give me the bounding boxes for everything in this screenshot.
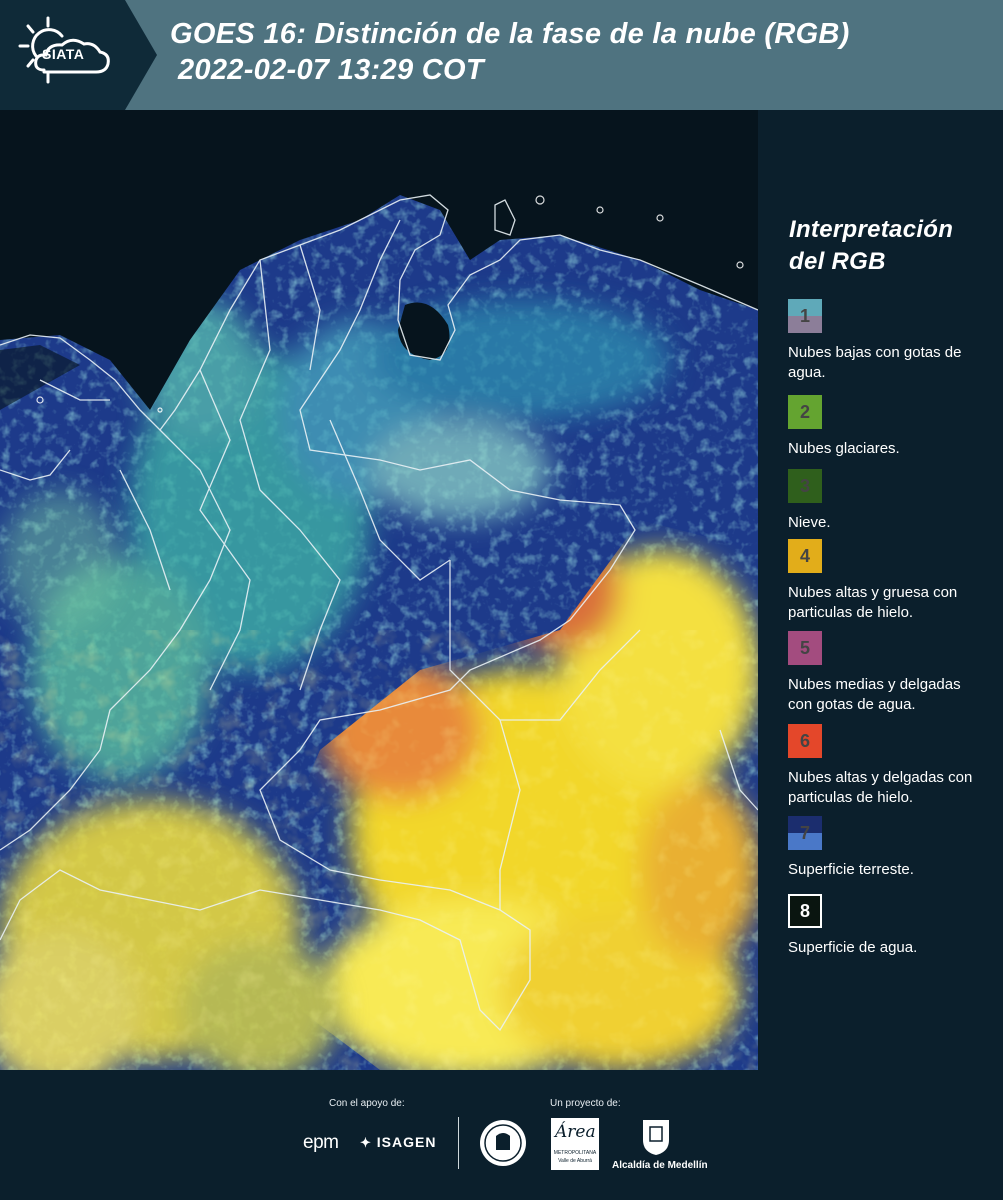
legend-title: Interpretación del RGB	[789, 214, 953, 278]
footer-divider	[458, 1117, 459, 1169]
header-bar: SIATA GOES 16: Distinción de la fase de …	[0, 0, 1003, 110]
legend-number-1: 1	[799, 305, 810, 326]
legend-number-5: 5	[799, 637, 810, 658]
siata-logo: SIATA	[0, 0, 125, 110]
legend-swatch-6: 6	[788, 724, 822, 758]
legend-number-6: 6	[799, 730, 810, 751]
area-line1: METROPOLITANA	[553, 1150, 597, 1156]
seal-icon	[480, 1120, 526, 1166]
area-line2: Valle de Aburrá	[558, 1158, 592, 1164]
legend-number-2: 2	[799, 401, 810, 422]
isagen-icon: ✦	[360, 1135, 372, 1150]
legend-label-7: Superficie terreste.	[788, 861, 914, 878]
legend-label-6: Nubes altas y delgadas con particulas de…	[788, 769, 973, 806]
title-line1: GOES 16: Distinción de la fase de la nub…	[170, 18, 850, 50]
project-label: Un proyecto de:	[550, 1098, 621, 1109]
area-metropolitana-logo: Área METROPOLITANA Valle de Aburrá	[551, 1118, 599, 1170]
epm-logo-text: epm	[303, 1132, 339, 1153]
legend-title-line1: Interpretación	[789, 216, 954, 243]
legend-swatch-1: 1	[788, 299, 822, 333]
legend-label-4: Nubes altas y gruesa con particulas de h…	[788, 584, 958, 621]
legend-label-5: Nubes medias y delgadas con gotas de agu…	[788, 676, 961, 713]
legend-swatch-4: 4	[788, 539, 822, 573]
legend-number-7: 7	[799, 822, 810, 843]
legend-item-7: 7 Superficie terreste.	[788, 816, 988, 880]
legend-number-8: 8	[799, 900, 810, 921]
legend-label-2: Nubes glaciares.	[788, 440, 900, 457]
legend-item-1: 1 Nubes bajas con gotas de agua.	[788, 299, 978, 383]
support-label: Con el apoyo de:	[329, 1098, 405, 1109]
legend-label-1: Nubes bajas con gotas de agua.	[788, 344, 962, 381]
legend-item-4: 4 Nubes altas y gruesa con particulas de…	[788, 539, 973, 623]
footer: Con el apoyo de: Un proyecto de: epm ✦ I…	[0, 1070, 1003, 1200]
isagen-logo: ✦ ISAGEN	[360, 1134, 436, 1151]
legend-swatch-2: 2	[788, 395, 822, 429]
legend-panel: Interpretación del RGB 1 Nubes bajas con…	[760, 110, 1003, 1070]
legend-item-2: 2 Nubes glaciares.	[788, 395, 988, 459]
legend-swatch-7: 7	[788, 816, 822, 850]
area-script-icon: Área	[555, 1122, 596, 1142]
epm-logo: epm	[303, 1132, 339, 1154]
legend-title-line2: del RGB	[789, 248, 886, 275]
title-line2: 2022-02-07 13:29 COT	[178, 54, 484, 86]
medellin-shield-icon	[643, 1120, 669, 1155]
legend-item-5: 5 Nubes medias y delgadas con gotas de a…	[788, 631, 978, 715]
legend-label-3: Nieve.	[788, 514, 831, 531]
legend-number-4: 4	[799, 545, 810, 566]
logo-arrow	[125, 0, 157, 110]
rgb-satellite-image	[0, 110, 758, 1070]
legend-swatch-5: 5	[788, 631, 822, 665]
isagen-logo-text: ISAGEN	[376, 1134, 437, 1150]
legend-swatch-3: 3	[788, 469, 822, 503]
legend-number-3: 3	[799, 475, 810, 496]
legend-item-8: 8 Superficie de agua.	[788, 894, 988, 958]
medellin-logo-text: Alcaldía de Medellín	[612, 1160, 708, 1171]
legend-swatch-8: 8	[788, 894, 822, 928]
logo-text: SIATA	[42, 46, 85, 62]
page-title: GOES 16: Distinción de la fase de la nub…	[170, 16, 850, 88]
legend-item-3: 3 Nieve.	[788, 469, 988, 533]
satellite-map	[0, 110, 758, 1070]
legend-label-8: Superficie de agua.	[788, 939, 918, 956]
legend-item-6: 6 Nubes altas y delgadas con particulas …	[788, 724, 973, 808]
